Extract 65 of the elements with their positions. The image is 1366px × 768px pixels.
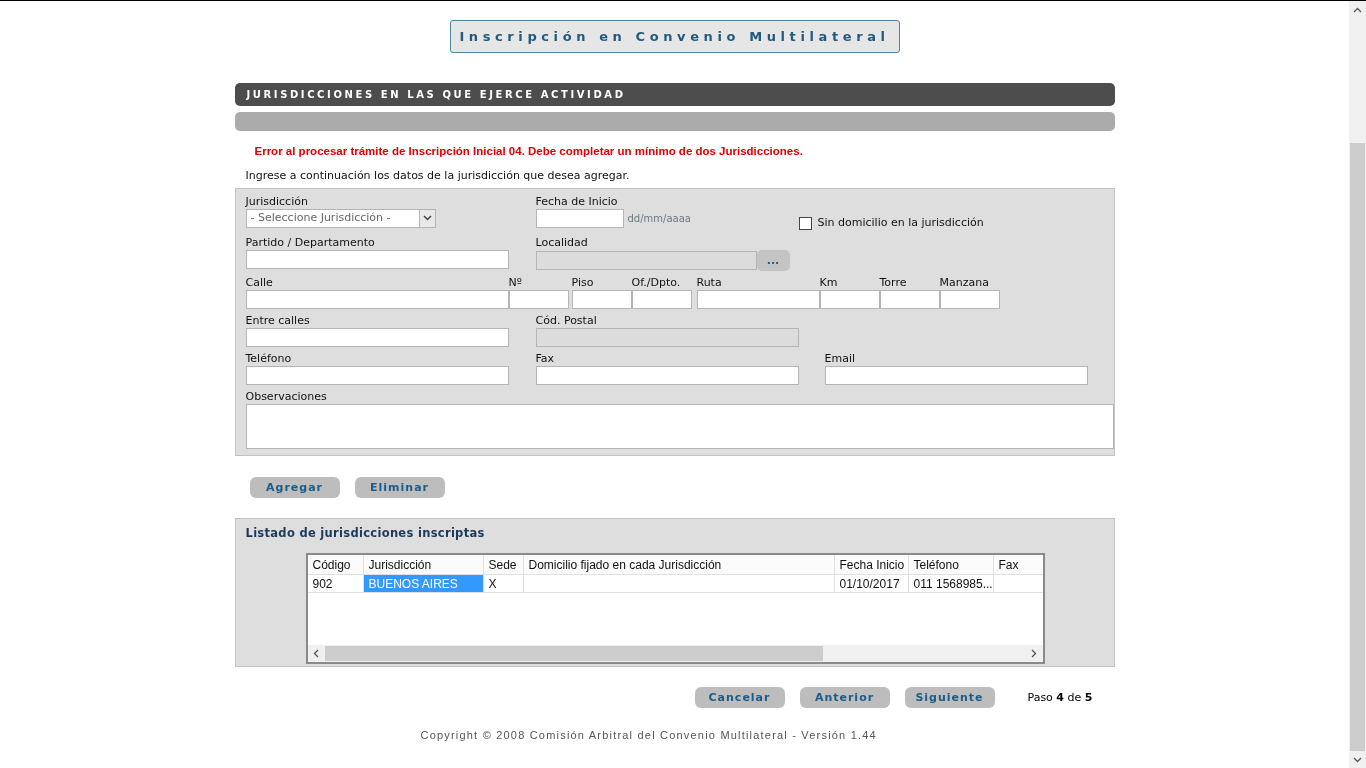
text-field[interactable] [571, 290, 632, 310]
text-field[interactable] [245, 250, 509, 270]
jurisdiction-select[interactable]: - Seleccione Jurisdicción - [245, 208, 436, 228]
horizontal-scrollbar[interactable] [307, 644, 1043, 662]
table-cell: 011 1568985... [908, 574, 994, 592]
text-field[interactable] [696, 290, 820, 310]
field-label: Teléfono [245, 352, 293, 367]
field-label: Jurisdicción [245, 194, 309, 209]
copyright-text: Copyright © 2008 Comisión Arbitral del Convenio Multilateral - Versión 1.44 [420, 728, 878, 744]
section-header: JURISDICCIONES EN LAS QUE EJERCE ACTIVIDAD [234, 83, 1115, 106]
field-label: Partido / Departamento [245, 236, 376, 251]
text-field[interactable] [535, 366, 799, 386]
step-indicator: Paso 4 de 5 [1027, 689, 1093, 706]
text-field[interactable] [631, 290, 692, 310]
scrollbar-thumb[interactable] [324, 645, 823, 661]
field-label: Email [824, 352, 857, 367]
table-cell: 902 [307, 574, 364, 592]
table-cell: 01/10/2017 [834, 574, 909, 592]
column-header[interactable]: Sede [483, 554, 524, 574]
column-header[interactable]: Teléfono [908, 554, 994, 574]
date-format-hint: dd/mm/aaaa [627, 211, 691, 226]
date-field[interactable] [535, 208, 624, 228]
chevron-down-icon [418, 209, 435, 227]
text-field[interactable] [245, 290, 509, 310]
text-field[interactable] [508, 290, 569, 310]
field-label: Localidad [535, 236, 589, 251]
field-label: Fecha de Inicio [535, 194, 619, 209]
nav-button[interactable]: Cancelar [694, 687, 785, 709]
checkbox-label: Sin domicilio en la jurisdicción [817, 214, 984, 231]
column-header[interactable]: Fecha Inicio [834, 554, 909, 574]
field-label: Fax [535, 352, 556, 367]
field-label: Manzana [939, 276, 990, 291]
form-action-button[interactable]: Eliminar [354, 477, 445, 499]
column-header[interactable]: Fax [993, 554, 1043, 574]
checkbox[interactable] [798, 216, 812, 230]
text-field[interactable] [824, 366, 1088, 386]
text-field[interactable] [245, 328, 509, 348]
column-header[interactable]: Domicilio fijado en cada Jurisdicción [523, 554, 835, 574]
field-label: Observaciones [245, 390, 328, 405]
scrollbar-thumb[interactable] [1350, 143, 1365, 751]
field-label: Calle [245, 276, 274, 291]
page-title: Inscripción en Convenio Multilateral [449, 20, 900, 53]
text-field[interactable] [245, 366, 509, 386]
field-label: Entre calles [245, 314, 311, 329]
text-field[interactable] [819, 290, 880, 310]
instructions-text: Ingrese a continuación los datos de la jurisdicción que desea agregar. [245, 168, 631, 185]
error-message: Error al procesar trámite de Inscripción Inicial 04. Debe completar un mínimo de dos Jurisdicciones. [254, 144, 804, 159]
field-label: Ruta [696, 276, 723, 291]
form-action-button[interactable]: Agregar [249, 477, 340, 499]
column-header[interactable]: Jurisdicción [363, 554, 484, 574]
field-label: Of./Dpto. [631, 276, 682, 291]
field-label: Piso [571, 276, 595, 291]
list-title: Listado de jurisdicciones inscriptas [245, 525, 486, 543]
field-label: Km [819, 276, 839, 291]
nav-button[interactable]: Anterior [799, 687, 890, 709]
observations-field[interactable] [245, 404, 1114, 450]
nav-button[interactable]: Siguiente [904, 687, 995, 709]
text-field[interactable] [939, 290, 1000, 310]
column-header[interactable]: Código [307, 554, 364, 574]
table-row[interactable]: 902 BUENOS AIRES X 01/10/2017 011 1568985... [307, 574, 1043, 593]
text-field[interactable] [879, 290, 940, 310]
table-cell: X [483, 574, 524, 592]
field-label: Torre [879, 276, 908, 291]
field-label: Nº [508, 276, 523, 291]
field-label: Cód. Postal [535, 314, 598, 329]
